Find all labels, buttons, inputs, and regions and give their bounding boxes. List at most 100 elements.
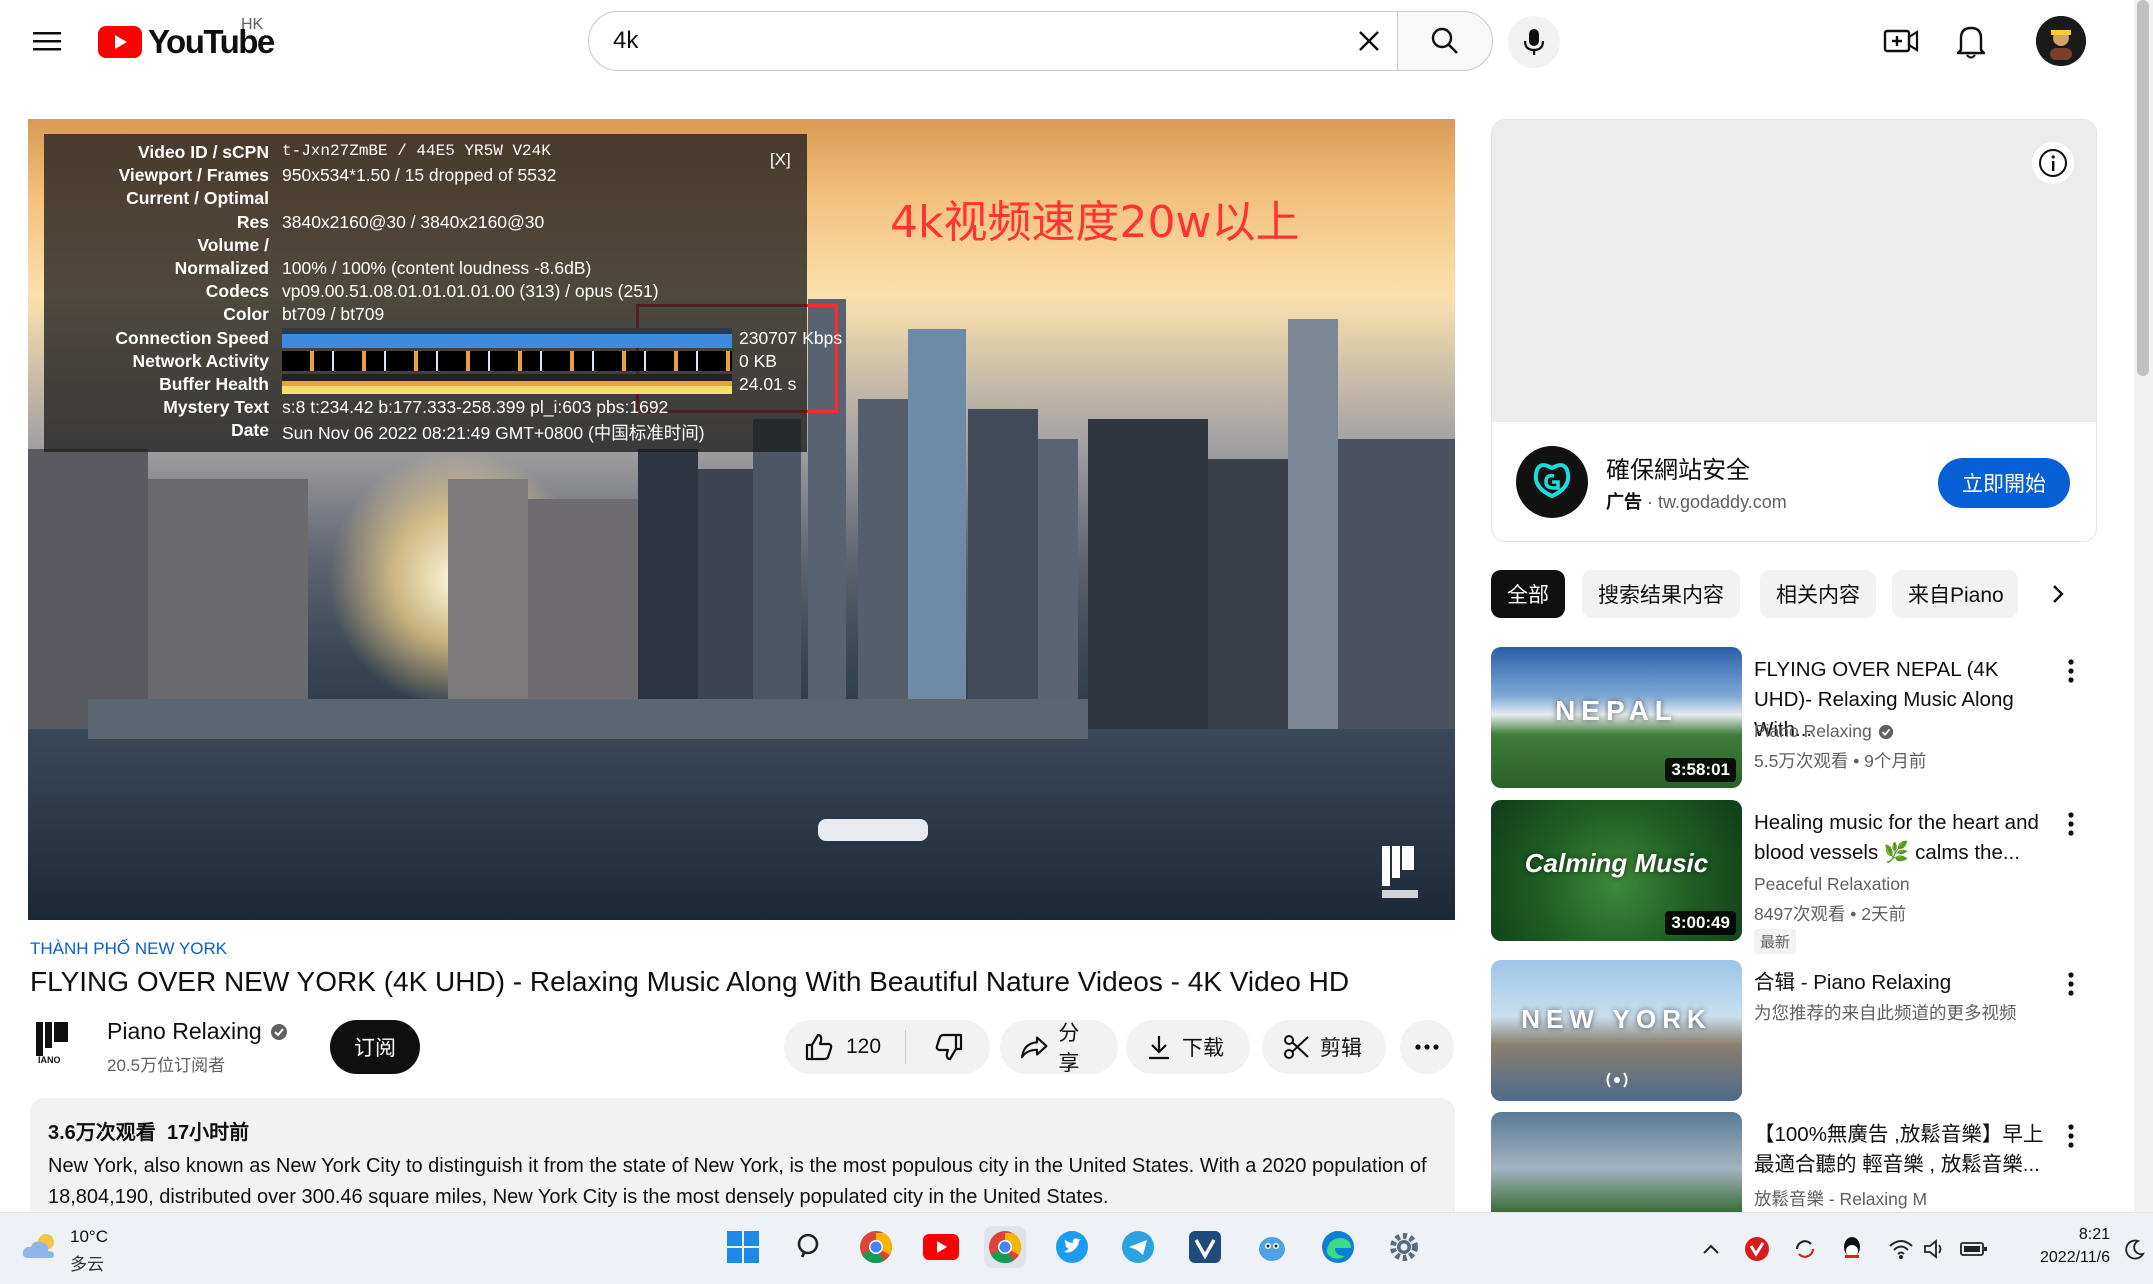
stats-for-nerds-panel: Video ID / sCPN t-Jxn27ZmBE / 44E5 YR5W V… xyxy=(44,134,842,452)
like-button[interactable]: 120 xyxy=(784,1030,906,1064)
channel-name[interactable]: Piano Relaxing xyxy=(107,1018,288,1045)
sidebar-ad[interactable]: 確保網站安全 广告 · tw.godaddy.com 立即開始 xyxy=(1491,119,2097,542)
chrome-active-icon[interactable] xyxy=(984,1226,1026,1268)
broadcast-icon xyxy=(1601,1068,1633,1092)
channel-subscribers: 20.5万位订阅者 xyxy=(107,1056,226,1075)
video-thumbnail[interactable] xyxy=(1491,1112,1742,1212)
stats-label: Connection Speed xyxy=(115,327,269,348)
chip-search-results[interactable]: 搜索结果内容 xyxy=(1582,570,1740,618)
stats-row: Mystery Text s:8 t:234.42 b:177.333-258.3… xyxy=(44,397,807,420)
ad-cta-button[interactable]: 立即開始 xyxy=(1938,458,2070,508)
building xyxy=(1338,439,1455,739)
recommendation-mix-item[interactable]: NEW YORK 合辑 - Piano Relaxing 为您推荐的来自此频道的… xyxy=(1491,960,2097,1104)
video-hashtag[interactable]: THÀNH PHỐ NEW YORK xyxy=(30,939,227,959)
clip-button[interactable]: 剪辑 xyxy=(1262,1020,1386,1074)
video-thumbnail[interactable]: Calming Music 3:00:49 xyxy=(1491,800,1742,941)
pier xyxy=(88,699,1088,739)
more-vertical-icon[interactable] xyxy=(2068,1124,2074,1148)
chip-related[interactable]: 相关内容 xyxy=(1760,570,1876,618)
stats-close-button[interactable]: [X] xyxy=(770,150,791,170)
chip-from-channel[interactable]: 来自Piano xyxy=(1892,570,2018,618)
weather-cloud-icon[interactable] xyxy=(20,1230,62,1262)
search-icon[interactable] xyxy=(789,1226,831,1268)
search-value: 4k xyxy=(613,27,639,54)
twitter-icon[interactable] xyxy=(1051,1226,1093,1268)
menu-icon[interactable] xyxy=(30,24,64,58)
clip-label: 剪辑 xyxy=(1320,1037,1362,1060)
video-thumbnail[interactable]: NEPAL 3:58:01 xyxy=(1491,647,1742,788)
youtube-app-icon[interactable] xyxy=(920,1226,962,1268)
ad-info-icon[interactable] xyxy=(2032,142,2074,184)
stats-graph xyxy=(282,350,732,371)
thumbnail-text: NEW YORK xyxy=(1521,1004,1712,1034)
more-vertical-icon[interactable] xyxy=(2068,812,2074,836)
moon-notification-icon[interactable] xyxy=(2124,1238,2146,1260)
create-video-icon[interactable] xyxy=(1883,24,1919,58)
chip-all[interactable]: 全部 xyxy=(1491,570,1565,618)
stats-row: Color bt709 / bt709 xyxy=(44,304,807,327)
scrollbar-thumb[interactable] xyxy=(2137,0,2149,376)
stats-row: Connection Speed 230707 Kbps xyxy=(44,327,842,351)
godaddy-logo-icon xyxy=(1516,446,1588,518)
edge-icon[interactable] xyxy=(1317,1226,1359,1268)
clear-search-icon[interactable] xyxy=(1352,24,1386,58)
more-actions-button[interactable] xyxy=(1400,1020,1454,1074)
video-duration: 3:58:01 xyxy=(1665,758,1736,782)
tray-time[interactable]: 8:21 xyxy=(2052,1226,2110,1244)
settings-gear-icon[interactable] xyxy=(1383,1226,1425,1268)
view-count: 3.6万次观看 xyxy=(48,1122,156,1144)
recommendation-item[interactable]: 【100%無廣告 ,放鬆音樂】早上最適合聽的 輕音樂 , 放鬆音樂... 放鬆音… xyxy=(1491,1112,2097,1212)
stats-row: Buffer Health 24.01 s xyxy=(44,374,807,397)
boat xyxy=(818,819,928,841)
recommendation-channel: Peaceful Relaxation xyxy=(1754,874,1910,894)
subscribe-button[interactable]: 订阅 xyxy=(330,1020,420,1074)
download-button[interactable]: 下载 xyxy=(1126,1020,1250,1074)
building xyxy=(1208,459,1288,739)
recommendation-title: 【100%無廣告 ,放鬆音樂】早上最適合聽的 輕音樂 , 放鬆音樂... xyxy=(1754,1123,2044,1176)
chevron-up-icon[interactable] xyxy=(1700,1238,1722,1260)
stats-value: Sun Nov 06 2022 08:21:49 GMT+0800 (中国标准时… xyxy=(282,423,705,444)
building xyxy=(1088,419,1208,739)
dislike-button[interactable] xyxy=(916,1033,964,1061)
search-button[interactable] xyxy=(1397,11,1493,71)
building xyxy=(753,419,801,739)
bird-app-icon[interactable] xyxy=(1251,1226,1293,1268)
building xyxy=(638,449,698,739)
more-vertical-icon[interactable] xyxy=(2068,659,2074,683)
voice-search-button[interactable] xyxy=(1508,16,1560,68)
svg-text:IANO: IANO xyxy=(38,1055,61,1064)
volume-icon[interactable] xyxy=(1922,1238,1946,1260)
sync-tray-icon[interactable] xyxy=(1792,1236,1818,1262)
qq-tray-icon[interactable] xyxy=(1840,1235,1864,1263)
mix-thumbnail[interactable]: NEW YORK xyxy=(1491,960,1742,1101)
telegram-icon[interactable] xyxy=(1117,1226,1159,1268)
youtube-logo[interactable]: YouTube HK xyxy=(98,16,275,62)
recommendation-item[interactable]: NEPAL 3:58:01 FLYING OVER NEPAL (4K UHD)… xyxy=(1491,647,2097,791)
recommendation-item[interactable]: Calming Music 3:00:49 Healing music for … xyxy=(1491,800,2097,954)
piano-watermark-icon xyxy=(1378,842,1422,902)
channel-avatar[interactable]: IANO xyxy=(32,1016,80,1064)
start-icon[interactable] xyxy=(722,1226,764,1268)
stats-row: Viewport / Frames 950x534*1.50 / 15 dropp… xyxy=(44,165,807,188)
weather-temp[interactable]: 10°C xyxy=(70,1227,108,1247)
battery-icon[interactable] xyxy=(1960,1240,1988,1258)
top-bar: YouTube HK 4k xyxy=(0,0,2153,82)
weather-desc[interactable]: 多云 xyxy=(70,1250,104,1275)
tray-date[interactable]: 2022/11/6 xyxy=(2008,1249,2110,1267)
account-avatar[interactable] xyxy=(2036,16,2086,66)
stats-value: 230707 Kbps xyxy=(739,327,843,348)
chrome-icon[interactable] xyxy=(855,1226,897,1268)
v2ray-icon[interactable] xyxy=(1184,1226,1226,1268)
stats-graph xyxy=(282,327,732,348)
share-button[interactable]: 分享 xyxy=(1000,1020,1118,1075)
recommendation-title: 合辑 - Piano Relaxing xyxy=(1754,971,1952,994)
wifi-icon[interactable] xyxy=(1888,1238,1914,1260)
antivirus-tray-icon[interactable] xyxy=(1744,1236,1770,1262)
recommendation-meta: 8497次观看 • 2天前 xyxy=(1754,904,1907,924)
more-vertical-icon[interactable] xyxy=(2068,972,2074,996)
notifications-bell-icon[interactable] xyxy=(1955,22,1987,60)
search-input[interactable]: 4k xyxy=(588,11,1399,71)
chevron-right-icon[interactable] xyxy=(2044,580,2072,608)
more-horizontal-icon xyxy=(1415,1044,1439,1050)
stats-label: Normalized xyxy=(174,258,269,278)
